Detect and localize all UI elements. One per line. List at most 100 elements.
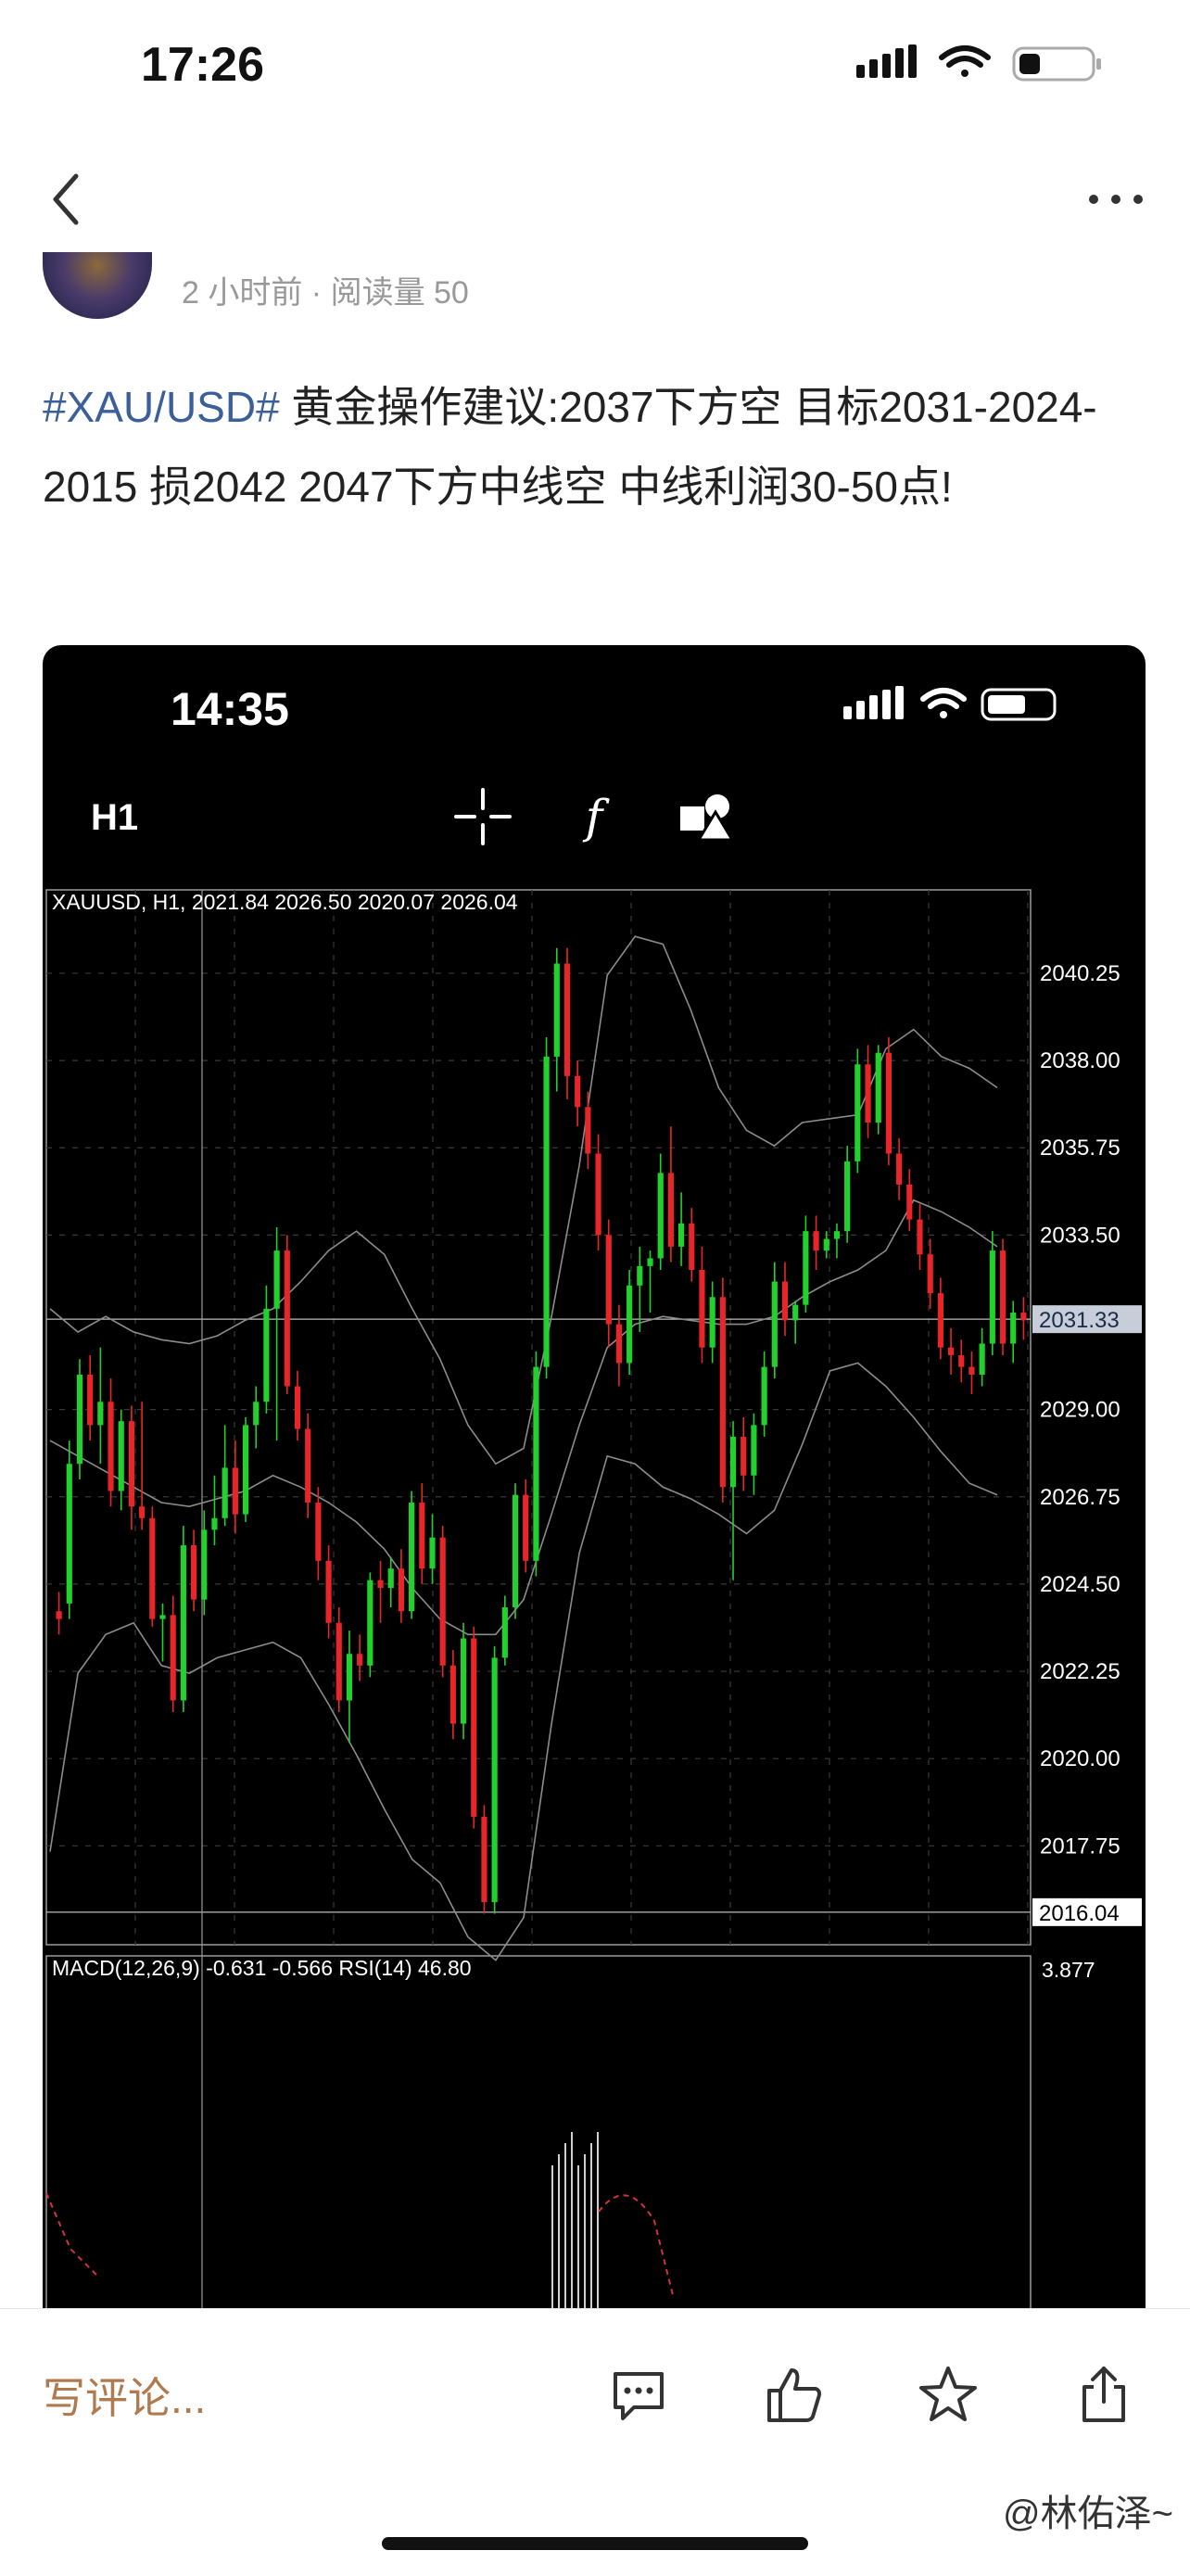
chart-image[interactable]: 14:35 H1 f 2040.25 2038.00 2035.75 2033.… bbox=[43, 645, 1146, 2314]
like-button[interactable] bbox=[762, 2363, 827, 2428]
candle bbox=[449, 1650, 456, 1740]
candle-body bbox=[896, 1153, 903, 1185]
candle bbox=[657, 1153, 664, 1271]
candle bbox=[627, 1270, 633, 1375]
watermark: @林佑泽~ bbox=[1003, 2494, 1173, 2534]
candle bbox=[149, 1506, 156, 1627]
y-tick-label: 2038.00 bbox=[1040, 1048, 1120, 1073]
candle-body bbox=[968, 1366, 975, 1375]
status-icons bbox=[856, 44, 1107, 90]
candle-body bbox=[128, 1421, 135, 1507]
candle-body bbox=[699, 1270, 705, 1348]
y-tick-label: 2033.50 bbox=[1040, 1223, 1120, 1248]
candle-body bbox=[844, 1161, 851, 1232]
candle bbox=[357, 1634, 363, 1681]
wifi-icon bbox=[939, 45, 991, 77]
candle-body bbox=[253, 1402, 260, 1426]
candle-body bbox=[439, 1537, 446, 1666]
candle bbox=[709, 1281, 715, 1364]
home-indicator bbox=[382, 2537, 808, 2550]
candle-body bbox=[409, 1503, 415, 1612]
candle bbox=[989, 1231, 995, 1356]
comment-input[interactable]: 写评论... bbox=[43, 2365, 206, 2426]
candle-body bbox=[615, 1324, 623, 1364]
candle-body bbox=[170, 1615, 176, 1701]
candle-body bbox=[398, 1568, 404, 1612]
candle bbox=[947, 1327, 955, 1375]
candle bbox=[875, 1045, 881, 1135]
candle-body bbox=[357, 1654, 363, 1666]
candle bbox=[118, 1409, 124, 1511]
candle-body bbox=[771, 1281, 778, 1367]
candle bbox=[128, 1405, 135, 1530]
candle bbox=[999, 1238, 1006, 1356]
indicator-axis-label: 3.877 bbox=[1042, 1958, 1095, 1982]
candle-body bbox=[367, 1580, 373, 1666]
candle-body bbox=[471, 1638, 477, 1817]
candle-body bbox=[118, 1421, 124, 1491]
candle-body bbox=[979, 1343, 985, 1375]
candle-body bbox=[149, 1517, 156, 1619]
candle-body bbox=[377, 1580, 384, 1589]
candle-body bbox=[325, 1560, 332, 1623]
indicator-frame bbox=[45, 1955, 1032, 2314]
candle bbox=[979, 1327, 985, 1387]
candle bbox=[398, 1549, 404, 1623]
post-hashtag[interactable]: #XAU/USD# bbox=[43, 383, 280, 431]
candle bbox=[1010, 1301, 1017, 1364]
candle bbox=[896, 1137, 903, 1200]
candle bbox=[678, 1192, 685, 1266]
candle bbox=[481, 1805, 487, 1914]
back-button[interactable] bbox=[37, 167, 102, 232]
candle bbox=[906, 1169, 913, 1232]
candle bbox=[917, 1203, 923, 1271]
candle-body bbox=[56, 1611, 62, 1619]
candle bbox=[937, 1277, 943, 1360]
candle-body bbox=[139, 1506, 146, 1518]
more-button[interactable] bbox=[1079, 176, 1153, 222]
candle bbox=[512, 1483, 519, 1619]
candle-body bbox=[719, 1297, 726, 1488]
comment-icon bbox=[614, 2372, 664, 2420]
y-tick-label: 2024.50 bbox=[1040, 1572, 1120, 1597]
candle bbox=[813, 1215, 819, 1271]
candle-body bbox=[689, 1223, 695, 1271]
candle-body bbox=[627, 1285, 633, 1364]
candle bbox=[66, 1440, 72, 1619]
candle bbox=[305, 1413, 311, 1518]
candle bbox=[968, 1351, 975, 1394]
candle-body bbox=[813, 1231, 819, 1251]
candle bbox=[346, 1631, 353, 1744]
price-header: XAUUSD, H1, 2021.84 2026.50 2020.07 2026… bbox=[52, 890, 518, 914]
candle bbox=[222, 1425, 228, 1527]
candle bbox=[387, 1556, 394, 1608]
candle bbox=[833, 1223, 841, 1259]
candle bbox=[87, 1355, 94, 1441]
candle bbox=[419, 1483, 425, 1584]
like-icon bbox=[767, 2368, 821, 2422]
candle-body bbox=[1020, 1313, 1027, 1321]
favorite-button[interactable] bbox=[916, 2363, 981, 2428]
y-tick-label: 2022.25 bbox=[1040, 1659, 1120, 1684]
comment-button[interactable] bbox=[606, 2363, 671, 2428]
share-button[interactable] bbox=[1071, 2363, 1136, 2428]
candle-body bbox=[346, 1654, 353, 1701]
avatar[interactable] bbox=[43, 252, 152, 319]
candle bbox=[273, 1226, 280, 1441]
candle bbox=[253, 1386, 260, 1449]
candle-body bbox=[657, 1173, 664, 1259]
candle-body bbox=[1010, 1313, 1017, 1344]
candle bbox=[803, 1215, 809, 1313]
candle bbox=[1020, 1297, 1027, 1340]
indicator-pane bbox=[45, 2132, 674, 2314]
candle-body bbox=[429, 1537, 436, 1569]
post-body: #XAU/USD# 黄金操作建议:2037下方空 目标2031-2024-201… bbox=[43, 367, 1146, 527]
candle-body bbox=[273, 1250, 280, 1309]
price-axis: 2040.25 2038.00 2035.75 2033.50 2029.00 2026.… bbox=[1032, 961, 1142, 1926]
price-chart[interactable]: 2040.25 2038.00 2035.75 2033.50 2029.00 2026.… bbox=[43, 645, 1146, 2314]
candle-body bbox=[751, 1425, 757, 1476]
candle bbox=[585, 1091, 591, 1170]
candle bbox=[553, 947, 560, 1092]
candle-body bbox=[709, 1297, 715, 1348]
candle-body bbox=[605, 1235, 612, 1325]
